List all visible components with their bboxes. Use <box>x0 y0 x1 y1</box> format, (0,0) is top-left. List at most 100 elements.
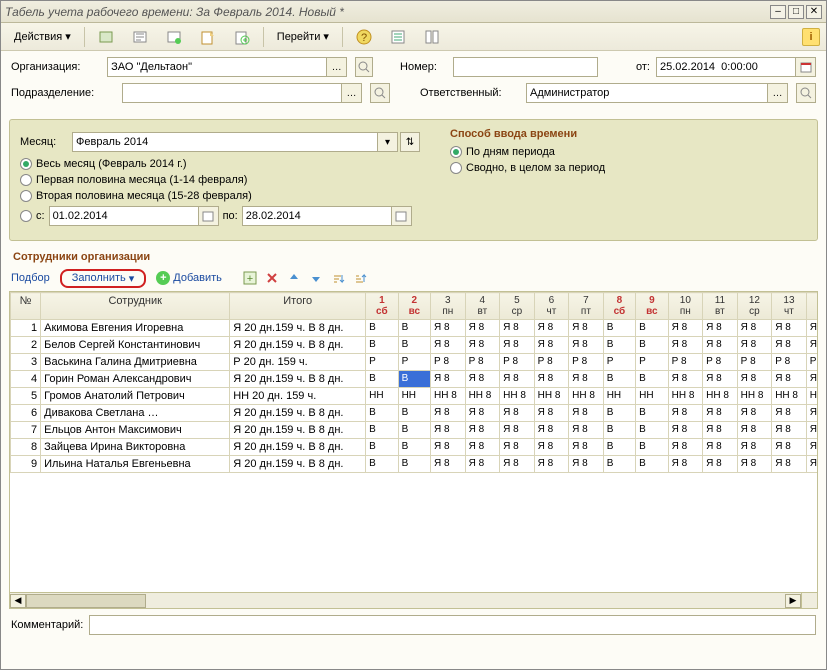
day-cell[interactable]: В <box>398 371 430 388</box>
day-cell[interactable]: Я 8 <box>737 320 772 337</box>
day-cell[interactable]: Я 8 <box>534 320 569 337</box>
period-from-picker[interactable] <box>199 206 219 226</box>
day-cell[interactable]: Я 8 <box>772 456 807 473</box>
col-total[interactable]: Итого <box>230 293 366 320</box>
close-button[interactable]: ✕ <box>806 5 822 19</box>
toolbar-icon-4[interactable] <box>193 26 223 48</box>
day-cell[interactable]: Я 8 <box>534 405 569 422</box>
table-row[interactable]: 6Дивакова Светлана …Я 20 дн.159 ч. В 8 д… <box>11 405 818 422</box>
col-day-12[interactable]: 12ср <box>737 293 772 320</box>
day-cell[interactable]: Я 8 <box>465 320 500 337</box>
day-cell[interactable]: Я 8 <box>431 371 466 388</box>
period-to-input[interactable] <box>242 206 392 226</box>
goto-menu[interactable]: Перейти ▾ <box>270 26 336 48</box>
day-cell[interactable]: Я 8 <box>431 456 466 473</box>
day-cell[interactable]: Р <box>398 354 430 371</box>
day-cell[interactable]: НН 8 <box>737 388 772 405</box>
toolbar-icon-2[interactable] <box>125 26 155 48</box>
day-cell[interactable]: НН <box>603 388 635 405</box>
resp-select-button[interactable]: … <box>768 83 788 103</box>
day-cell[interactable]: Я 8 <box>703 337 738 354</box>
day-cell[interactable]: В <box>636 337 668 354</box>
day-cell[interactable]: В <box>603 422 635 439</box>
day-cell[interactable]: Р 8 <box>465 354 500 371</box>
day-cell[interactable]: НН 8 <box>569 388 604 405</box>
day-cell[interactable]: Я 8 <box>465 439 500 456</box>
day-cell[interactable]: Я 8 <box>806 337 817 354</box>
day-cell[interactable]: Я 8 <box>772 371 807 388</box>
col-day-4[interactable]: 4вт <box>465 293 500 320</box>
grid-down-icon[interactable] <box>308 270 324 286</box>
toolbar-list-icon[interactable] <box>383 26 413 48</box>
radio-mode-summary[interactable]: Сводно, в целом за период <box>450 162 807 174</box>
day-cell[interactable]: НН 8 <box>431 388 466 405</box>
day-cell[interactable]: НН 8 <box>772 388 807 405</box>
day-cell[interactable]: Я 8 <box>737 337 772 354</box>
day-cell[interactable]: Я 8 <box>500 456 535 473</box>
col-day-13[interactable]: 13чт <box>772 293 807 320</box>
period-from-input[interactable] <box>49 206 199 226</box>
day-cell[interactable]: Я 8 <box>569 337 604 354</box>
minimize-button[interactable]: – <box>770 5 786 19</box>
month-input[interactable] <box>72 132 378 152</box>
col-day-14[interactable]: 14пт <box>806 293 817 320</box>
grid-delete-icon[interactable] <box>264 270 280 286</box>
day-cell[interactable]: Я 8 <box>806 456 817 473</box>
day-cell[interactable]: Я 8 <box>500 371 535 388</box>
info-icon[interactable]: i <box>802 28 820 46</box>
col-day-1[interactable]: 1сб <box>366 293 398 320</box>
day-cell[interactable]: В <box>636 405 668 422</box>
table-row[interactable]: 3Васькина Галина ДмитриевнаР 20 дн. 159 … <box>11 354 818 371</box>
col-day-7[interactable]: 7пт <box>569 293 604 320</box>
day-cell[interactable]: В <box>398 337 430 354</box>
day-cell[interactable]: Я 8 <box>668 422 703 439</box>
month-dropdown[interactable]: ▾ <box>378 132 398 152</box>
day-cell[interactable]: В <box>398 439 430 456</box>
day-cell[interactable]: Я 8 <box>500 439 535 456</box>
day-cell[interactable]: НН 8 <box>703 388 738 405</box>
col-day-6[interactable]: 6чт <box>534 293 569 320</box>
table-row[interactable]: 8Зайцева Ирина ВикторовнаЯ 20 дн.159 ч. … <box>11 439 818 456</box>
day-cell[interactable]: В <box>603 320 635 337</box>
col-emp[interactable]: Сотрудник <box>41 293 230 320</box>
day-cell[interactable]: Я 8 <box>703 422 738 439</box>
day-cell[interactable]: Я 8 <box>465 337 500 354</box>
add-button[interactable]: +Добавить <box>156 271 222 285</box>
day-cell[interactable]: Я 8 <box>703 320 738 337</box>
grid-up-icon[interactable] <box>286 270 302 286</box>
day-cell[interactable]: Я 8 <box>737 439 772 456</box>
day-cell[interactable]: В <box>366 337 398 354</box>
col-day-11[interactable]: 11вт <box>703 293 738 320</box>
scroll-thumb[interactable] <box>26 594 146 608</box>
resp-input[interactable] <box>526 83 768 103</box>
table-row[interactable]: 5Громов Анатолий ПетровичНН 20 дн. 159 ч… <box>11 388 818 405</box>
fill-button[interactable]: Заполнить▾ <box>60 269 147 288</box>
day-cell[interactable]: Р 8 <box>806 354 817 371</box>
day-cell[interactable]: Я 8 <box>703 371 738 388</box>
day-cell[interactable]: Я 8 <box>703 439 738 456</box>
table-row[interactable]: 2Белов Сергей КонстантиновичЯ 20 дн.159 … <box>11 337 818 354</box>
day-cell[interactable]: Я 8 <box>806 320 817 337</box>
day-cell[interactable]: Я 8 <box>431 405 466 422</box>
day-cell[interactable]: Р 8 <box>703 354 738 371</box>
day-cell[interactable]: Р 8 <box>500 354 535 371</box>
day-cell[interactable]: Я 8 <box>668 337 703 354</box>
day-cell[interactable]: Р <box>366 354 398 371</box>
col-day-3[interactable]: 3пн <box>431 293 466 320</box>
col-day-9[interactable]: 9вс <box>636 293 668 320</box>
org-select-button[interactable]: … <box>327 57 347 77</box>
radio-first-half[interactable]: Первая половина месяца (1-14 февраля) <box>20 174 420 186</box>
day-cell[interactable]: Р <box>603 354 635 371</box>
day-cell[interactable]: Я 8 <box>806 422 817 439</box>
day-cell[interactable]: НН <box>366 388 398 405</box>
day-cell[interactable]: Р 8 <box>772 354 807 371</box>
period-to-picker[interactable] <box>392 206 412 226</box>
table-row[interactable]: 9Ильина Наталья ЕвгеньевнаЯ 20 дн.159 ч.… <box>11 456 818 473</box>
day-cell[interactable]: В <box>366 320 398 337</box>
day-cell[interactable]: В <box>603 371 635 388</box>
day-cell[interactable]: Я 8 <box>772 337 807 354</box>
day-cell[interactable]: В <box>366 456 398 473</box>
day-cell[interactable]: Я 8 <box>772 405 807 422</box>
day-cell[interactable]: НН 8 <box>668 388 703 405</box>
day-cell[interactable]: Я 8 <box>569 320 604 337</box>
